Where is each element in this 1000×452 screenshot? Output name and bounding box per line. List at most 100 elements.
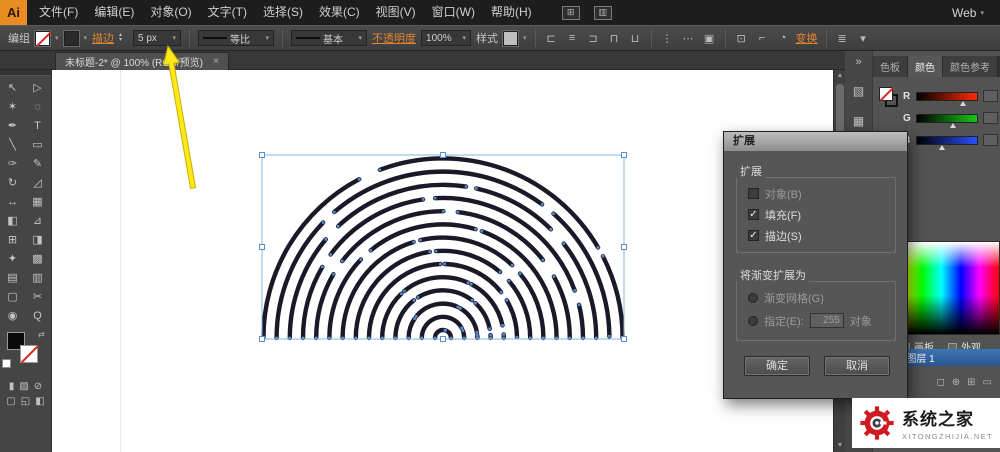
align-to-selection-icon[interactable]: ▣: [702, 32, 717, 45]
draw-behind-icon[interactable]: ◱: [21, 396, 30, 407]
panel-tab-color-guide[interactable]: 颜色参考: [943, 56, 998, 77]
style-swatch[interactable]: [503, 31, 518, 46]
mesh-tool[interactable]: ⊞: [0, 230, 25, 249]
edit-contents-icon[interactable]: ⌐: [755, 32, 770, 44]
new-sublayer-icon[interactable]: ⊕: [952, 377, 960, 388]
gradient-button[interactable]: ▨: [19, 381, 28, 392]
brush-definition-select[interactable]: 基本▾: [291, 30, 367, 46]
slider-gradient-bar[interactable]: [916, 136, 978, 145]
checkbox-icon[interactable]: ✓: [748, 230, 759, 241]
opacity-panel-link[interactable]: 不透明度: [372, 30, 416, 46]
menu-item-view[interactable]: 视图(V): [368, 0, 424, 25]
menu-item-effect[interactable]: 效果(C): [311, 0, 368, 25]
gradient-mesh-option[interactable]: 渐变网格(G): [748, 287, 824, 308]
perspective-grid-tool[interactable]: ⊿: [25, 211, 50, 230]
stroke-weight-stepper[interactable]: ▴▾: [119, 33, 128, 43]
free-transform-tool[interactable]: ▦: [25, 192, 50, 211]
isolate-group-icon[interactable]: ⊡: [734, 32, 749, 45]
panel-tab-color[interactable]: 颜色: [908, 56, 943, 77]
new-layer-icon[interactable]: ⊞: [967, 377, 975, 388]
fill-color-swatch[interactable]: [35, 31, 50, 46]
checkbox-icon[interactable]: [748, 188, 759, 199]
color-button[interactable]: ▮: [9, 381, 15, 392]
panel-tab-swatches[interactable]: 色板: [873, 56, 908, 77]
none-button[interactable]: ⊘: [34, 381, 42, 392]
draw-normal-icon[interactable]: ▢: [6, 396, 15, 407]
menu-item-help[interactable]: 帮助(H): [483, 0, 540, 25]
color-panel-icon[interactable]: ▧: [853, 84, 864, 98]
app-logo[interactable]: Ai: [0, 0, 27, 25]
selection-tool[interactable]: ↖: [0, 78, 25, 97]
align-center-icon[interactable]: ≡: [565, 32, 580, 44]
symbol-sprayer-tool[interactable]: ▤: [0, 268, 25, 287]
width-profile-select[interactable]: 等比▾: [198, 30, 274, 46]
zoom-tool[interactable]: Q: [25, 306, 50, 325]
eyedropper-tool[interactable]: ✦: [0, 249, 25, 268]
paintbrush-tool[interactable]: ✑: [0, 154, 25, 173]
rotate-tool[interactable]: ↻: [0, 173, 25, 192]
swap-fill-stroke-icon[interactable]: ⇄: [38, 330, 45, 339]
checkbox-icon[interactable]: ✓: [748, 209, 759, 220]
panel-fill-swatch[interactable]: [879, 87, 893, 101]
stroke-color-swatch[interactable]: [64, 31, 79, 46]
pencil-tool[interactable]: ✎: [25, 154, 50, 173]
magic-wand-tool[interactable]: ✶: [0, 97, 25, 116]
expand-panels-icon[interactable]: »: [845, 50, 872, 68]
rectangle-tool[interactable]: ▭: [25, 135, 50, 154]
blend-tool[interactable]: ▩: [25, 249, 50, 268]
width-tool[interactable]: ↔: [0, 192, 25, 211]
artwork-svg[interactable]: [52, 70, 833, 452]
stroke-swatch-large[interactable]: [20, 345, 38, 363]
tab-close-icon[interactable]: ×: [213, 56, 219, 67]
graph-tool[interactable]: ▥: [25, 268, 50, 287]
stroke-dropdown-icon[interactable]: ▾: [84, 34, 88, 42]
stepper-down-icon[interactable]: ▾: [119, 38, 128, 43]
slider-r[interactable]: R: [903, 85, 998, 107]
default-fill-stroke-icon[interactable]: [2, 359, 11, 368]
bridge-icon[interactable]: ⊞: [562, 6, 580, 20]
align-bottom-icon[interactable]: ⊔: [628, 32, 643, 45]
lasso-tool[interactable]: ◌: [25, 97, 50, 116]
slider-gradient-bar[interactable]: [916, 92, 978, 101]
opacity-select[interactable]: 100%▾: [421, 30, 471, 46]
stroke-weight-select[interactable]: 5 px▾: [133, 30, 181, 46]
document-tab[interactable]: 未标题-2* @ 100% (RGB/预览) ×: [55, 52, 229, 70]
menu-item-file[interactable]: 文件(F): [31, 0, 86, 25]
cancel-button[interactable]: 取消: [824, 356, 890, 376]
expand-option-1[interactable]: ✓填充(F): [748, 204, 802, 225]
hand-tool[interactable]: ◉: [0, 306, 25, 325]
slider-b[interactable]: B: [903, 129, 998, 151]
screen-mode-icon[interactable]: ◧: [35, 396, 44, 407]
direct-selection-tool[interactable]: ▷: [25, 78, 50, 97]
slider-value-box[interactable]: [983, 112, 998, 124]
align-top-icon[interactable]: ⊓: [607, 32, 622, 45]
menu-item-window[interactable]: 窗口(W): [424, 0, 483, 25]
slider-marker-icon[interactable]: [950, 123, 956, 128]
menu-item-edit[interactable]: 编辑(E): [86, 0, 142, 25]
distribute-horizontal-icon[interactable]: ⋯: [681, 32, 696, 45]
distribute-vertical-icon[interactable]: ⋮: [660, 32, 675, 45]
style-dropdown-icon[interactable]: ▾: [523, 34, 527, 42]
slider-marker-icon[interactable]: [960, 101, 966, 106]
menu-item-object[interactable]: 对象(O): [142, 0, 199, 25]
delete-layer-icon[interactable]: ▭: [983, 377, 992, 388]
slice-tool[interactable]: ✂: [25, 287, 50, 306]
dialog-title-bar[interactable]: 扩展: [724, 132, 907, 151]
type-tool[interactable]: T: [25, 116, 50, 135]
preferences-icon[interactable]: ≣: [835, 32, 850, 45]
gradient-tool[interactable]: ◨: [25, 230, 50, 249]
ok-button[interactable]: 确定: [744, 356, 810, 376]
shape-builder-tool[interactable]: ◧: [0, 211, 25, 230]
slider-marker-icon[interactable]: [939, 145, 945, 150]
line-segment-tool[interactable]: ╲: [0, 135, 25, 154]
align-left-icon[interactable]: ⊏: [544, 32, 559, 45]
panel-menu-icon[interactable]: ▾: [856, 32, 871, 45]
arrange-documents-icon[interactable]: ▥: [594, 6, 612, 20]
menu-item-select[interactable]: 选择(S): [255, 0, 311, 25]
artboard-tool[interactable]: ▢: [0, 287, 25, 306]
make-clipping-mask-icon[interactable]: ◻: [936, 377, 944, 388]
slider-value-box[interactable]: [983, 90, 999, 102]
specify-input[interactable]: 255: [810, 313, 844, 328]
menu-item-type[interactable]: 文字(T): [200, 0, 255, 25]
swatches-panel-icon[interactable]: ▦: [853, 114, 864, 128]
